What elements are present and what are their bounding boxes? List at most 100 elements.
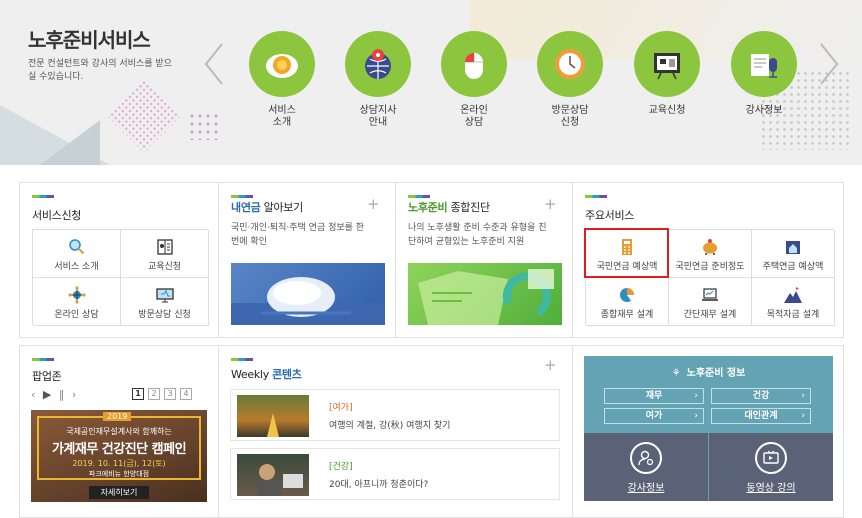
hero-banner: 노후준비서비스 전문 컨설턴트와 강사의 서비스를 받으실 수있습니다. 서비스… [0,0,862,165]
board-icon [634,31,700,97]
service-label: 강사정보 [745,105,783,116]
education-apply-link[interactable]: 교육신청 [634,31,700,117]
laptop-icon [700,286,720,304]
service-label: 온라인 상담 [460,105,488,128]
chevron-right-icon: › [801,411,805,421]
simple-finance-button[interactable]: 간단재무 설계 [669,278,752,326]
service-label: 서비스 소개 [268,105,296,128]
chevron-right-icon: › [694,411,698,421]
popup-controls: ‹ ▶ ‖ › [31,388,78,401]
next-arrow-icon[interactable] [818,42,840,86]
service-label: 방문상담 신청 [551,105,589,128]
info-title: ⚘ 노후준비 정보 [671,368,746,379]
highlight-box [584,228,669,278]
coffee-cup-icon [249,31,315,97]
service-apply-panel: 서비스신청 서비스 소개 교육신청 온라인 상담 방문상담 신청 [19,182,219,338]
plant-icon: ⚘ [671,368,681,379]
globe-pin-icon [345,31,411,97]
page-button[interactable]: 1 [132,388,144,400]
chevron-right-icon: › [694,391,698,401]
hero-decor-diamond [107,79,181,153]
banner-year: 2019 [103,412,132,421]
branch-guide-link[interactable]: 상담지사 안내 [345,31,411,129]
my-pension-panel: 내연금 알아보기 + 국민·개인·퇴직·주택 연금 정보를 한 번에 확인 [218,182,396,338]
section-description: 나의 노후생활 준비 수준과 유형을 진단하여 균형있는 노후준비 지원 [408,223,547,247]
retirement-info-box: ⚘ 노후준비 정보 재무 › 건강 › 여가 › 대인관계 › 강사정보 동영상 강의 [584,356,833,501]
purpose-fund-button[interactable]: 목적자금 설계 [752,278,835,326]
page-button[interactable]: 3 [164,388,176,400]
prev-arrow-icon[interactable] [203,42,225,86]
weekly-title: 20대, 아프니까 청춘이다? [329,480,429,490]
banner-date: 2019. 10. 11(금), 12(토) [72,459,166,468]
section-bar [585,195,607,198]
housing-pension-button[interactable]: 주택연금 예상액 [752,230,835,278]
banner-headline: 가계재무 건강진단 캠페인 [51,442,187,457]
page-button[interactable]: 4 [180,388,192,400]
hero-title: 노후준비서비스 [28,28,151,52]
online-consult-button[interactable]: 온라인 상담 [33,278,121,326]
banner-detail-button[interactable]: 자세히보기 [89,486,149,499]
section-title: 노후준비 종합진단 [408,201,490,214]
microphone-icon [731,31,797,97]
chevron-right-icon: › [801,391,805,401]
pause-icon[interactable]: ‖ [59,388,67,401]
hero-decor-triangle [40,120,100,165]
prev-icon[interactable]: ‹ [31,388,37,401]
visit-consult-link[interactable]: 방문상담 신청 [537,31,603,129]
service-apply-grid: 서비스 소개 교육신청 온라인 상담 방문상담 신청 [32,229,209,326]
section-bar [231,195,253,198]
weekly-thumbnail [237,395,309,437]
monitor-icon [155,286,175,304]
my-pension-image[interactable] [231,263,385,325]
book-icon [155,238,175,256]
instructor-info-button[interactable]: 강사정보 [584,433,708,501]
clock-icon [537,31,603,97]
mountain-flag-icon [783,286,803,304]
section-bar [408,195,430,198]
weekly-item[interactable]: [건강] 20대, 아프니까 청춘이다? [230,448,560,500]
play-icon[interactable]: ▶ [43,388,53,401]
visit-consult-button[interactable]: 방문상담 신청 [121,278,209,326]
mouse-icon [441,31,507,97]
pension-readiness-button[interactable]: 국민연금 준비정도 [669,230,752,278]
section-title: 내연금 알아보기 [231,201,303,214]
online-consult-link[interactable]: 온라인 상담 [441,31,507,129]
banner-line1: 국제공인재무설계사와 함께하는 [66,427,172,436]
weekly-title: 여행의 계절, 강(秋) 여행지 찾기 [329,421,451,431]
diagnosis-image[interactable] [408,263,562,325]
weekly-item[interactable]: [여가] 여행의 계절, 강(秋) 여행지 찾기 [230,389,560,441]
popup-banner[interactable]: 2019 국제공인재무설계사와 함께하는 가계재무 건강진단 캠페인 2019.… [31,410,207,502]
info-health-button[interactable]: 건강 › [711,388,811,404]
section-bar [231,358,253,361]
service-intro-button[interactable]: 서비스 소개 [33,230,121,278]
network-icon [67,286,87,304]
instructor-info-link[interactable]: 강사정보 [731,31,797,117]
page-button[interactable]: 2 [148,388,160,400]
info-leisure-button[interactable]: 여가 › [604,408,704,424]
section-description: 국민·개인·퇴직·주택 연금 정보를 한 번에 확인 [231,223,365,247]
info-relations-button[interactable]: 대인관계 › [711,408,811,424]
weekly-category: [건강] [329,462,353,472]
hero-decor-dots [188,112,222,140]
weekly-thumbnail [237,454,309,496]
section-bar [32,195,54,198]
diagnosis-panel: 노후준비 종합진단 + 나의 노후생활 준비 수준과 유형을 진단하여 균형있는… [395,182,573,338]
weekly-category: [여가] [329,403,353,413]
education-apply-button[interactable]: 교육신청 [121,230,209,278]
service-intro-link[interactable]: 서비스 소개 [249,31,315,129]
section-title: 서비스신청 [32,209,82,222]
more-plus-icon[interactable]: + [544,195,557,213]
hero-description: 전문 컨설턴트와 강사의 서비스를 받으실 수있습니다. [28,59,172,82]
more-plus-icon[interactable]: + [544,356,557,374]
more-plus-icon[interactable]: + [367,195,380,213]
section-bar [32,358,54,361]
total-finance-button[interactable]: 종합재무 설계 [586,278,669,326]
banner-place: 파크에비뉴 한양대점 [88,470,150,478]
next-icon[interactable]: › [72,388,78,401]
service-label: 상담지사 안내 [359,105,397,128]
info-finance-button[interactable]: 재무 › [604,388,704,404]
video-lecture-button[interactable]: 동영상 강의 [709,433,833,501]
pie-chart-icon [617,286,637,304]
house-book-icon [783,238,803,256]
tv-play-icon [755,442,787,474]
